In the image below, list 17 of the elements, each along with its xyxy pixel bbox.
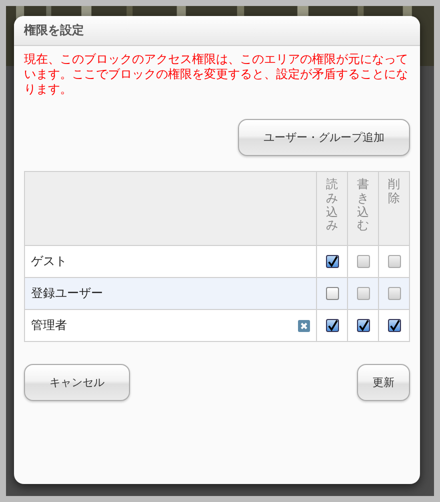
add-user-group-button[interactable]: ユーザー・グループ追加 xyxy=(238,119,410,156)
checkbox[interactable] xyxy=(326,287,338,300)
user-name: 登録ユーザー xyxy=(31,285,103,302)
column-header: 削除 xyxy=(388,178,400,206)
checkbox[interactable] xyxy=(388,319,400,332)
checkbox[interactable] xyxy=(356,319,370,332)
warning-message: 現在、このブロックのアクセス権限は、このエリアの権限が元になっています。ここでブロックの権限を変更すると、設定が矛盾することになります。 xyxy=(24,52,409,97)
checkbox[interactable] xyxy=(326,319,338,332)
column-header: 読み込み xyxy=(326,178,338,234)
update-button[interactable]: 更新 xyxy=(357,364,410,401)
remove-icon[interactable] xyxy=(298,320,310,332)
dialog-title: 権限を設定 xyxy=(24,22,84,39)
cancel-button[interactable]: キャンセル xyxy=(24,364,130,401)
checkbox[interactable] xyxy=(326,255,338,268)
user-name: ゲスト xyxy=(31,253,67,270)
column-header: 書き込む xyxy=(357,178,369,234)
user-name: 管理者 xyxy=(31,317,67,334)
